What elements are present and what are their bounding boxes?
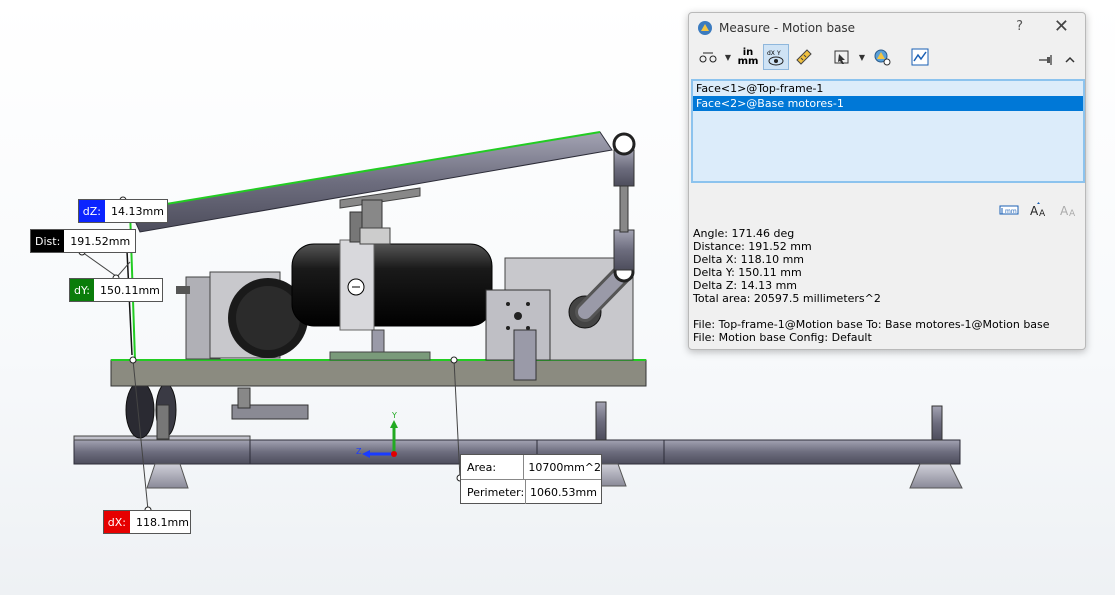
pin-icon [1039,55,1052,65]
measure-results: Angle: 171.46 deg Distance: 191.52 mm De… [693,227,1050,344]
dz-value: 14.13mm [111,204,164,218]
pin-button[interactable] [1033,47,1059,73]
result-delta-z: Delta Z: 14.13 mm [693,279,798,292]
units-precision-button[interactable]: in mm [735,44,761,70]
arc-circle-dropdown[interactable]: ▼ [723,45,733,69]
selection-item[interactable]: Face<2>@Base motores-1 [693,96,1083,111]
svg-text:A: A [1069,209,1076,218]
perimeter-label: Perimeter: [461,480,526,504]
history-graph-icon [911,48,929,66]
projection-dropdown[interactable]: ▼ [857,45,867,69]
top-frame [129,131,613,245]
result-delta-x: Delta X: 118.10 mm [693,253,804,266]
dz-callout[interactable]: dZ: 14.13mm [78,199,168,223]
arc-circle-measure-button[interactable] [695,44,721,70]
result-distance: Distance: 191.52 mm [693,240,812,253]
perimeter-value: 1060.53mm [530,485,597,499]
dist-value: 191.52mm [70,234,131,248]
measure-title: Measure - Motion base [719,21,856,35]
result-angle: Angle: 171.46 deg [693,227,795,240]
svg-text:mm: mm [1005,208,1017,215]
font-increase-icon: A A [1030,202,1046,218]
create-sensor-button[interactable] [869,44,895,70]
scale-dimension-button[interactable]: mm [997,199,1021,221]
dy-tag: dY: [70,279,94,301]
dist-callout[interactable]: Dist: 191.52mm [30,229,136,253]
sensor-icon [874,49,891,66]
point-to-point-button[interactable] [791,44,817,70]
svg-text:dX: dX [767,50,775,57]
file-info-line: File: Top-frame-1@Motion base To: Base m… [693,318,1050,331]
help-button[interactable]: ? [1016,19,1023,34]
motor [291,239,493,361]
triad-y-label: Y [391,411,397,420]
arc-circle-icon [699,52,717,63]
dimension-scale-icon: mm [999,205,1019,215]
measure-app-icon [698,21,712,35]
ruler-icon [796,49,812,65]
projection-icon [834,50,849,64]
projection-button[interactable] [829,44,855,70]
area-value: 10700mm^2 [528,460,601,474]
show-xyz-button[interactable]: dX Y [763,44,789,70]
caster-wheels [125,381,309,440]
close-button[interactable]: ✕ [1054,16,1069,37]
dy-callout[interactable]: dY: 150.11mm [69,278,163,302]
collapse-button[interactable] [1057,47,1083,73]
selection-item[interactable]: Face<1>@Top-frame-1 [693,81,1083,96]
measure-dialog[interactable]: Measure - Motion base ? ✕ ▼ in mm dX Y ▼… [688,12,1086,350]
result-total-area: Total area: 20597.5 millimeters^2 [693,292,881,305]
svg-text:A: A [1060,204,1069,218]
font-controls: mm A A A A [997,199,1081,221]
file-info-line: File: Motion base Config: Default [693,331,872,344]
measure-history-button[interactable] [907,44,933,70]
dx-tag: dX: [104,511,130,533]
dist-tag: Dist: [31,230,65,252]
area-callout[interactable]: Area: 10700mm^2 Perimeter: 1060.53mm [460,454,602,504]
gearbox [176,271,308,360]
decrease-font-button[interactable]: A A [1057,199,1081,221]
xyz-measure-icon: dX Y [767,50,784,66]
triad-z-label: Z [356,447,362,456]
result-delta-y: Delta Y: 150.11 mm [693,266,802,279]
svg-text:Y: Y [776,50,781,57]
units-bottom: mm [737,56,759,67]
platform-plate [110,359,647,387]
svg-text:A: A [1030,204,1039,218]
font-decrease-icon: A A [1060,204,1076,218]
dx-value: 118.1mm [136,515,189,529]
area-label: Area: [461,455,525,479]
measure-titlebar[interactable]: Measure - Motion base ? ✕ [689,13,1085,43]
dx-callout[interactable]: dX: 118.1mm [103,510,191,534]
svg-text:A: A [1039,209,1046,218]
selection-list[interactable]: Face<1>@Top-frame-1 Face<2>@Base motores… [691,79,1085,183]
chevron-up-icon [1065,56,1075,63]
dz-tag: dZ: [79,200,105,222]
increase-font-button[interactable]: A A [1027,199,1051,221]
measure-toolbar: ▼ in mm dX Y ▼ [689,43,1085,71]
dy-value: 150.11mm [99,283,160,297]
